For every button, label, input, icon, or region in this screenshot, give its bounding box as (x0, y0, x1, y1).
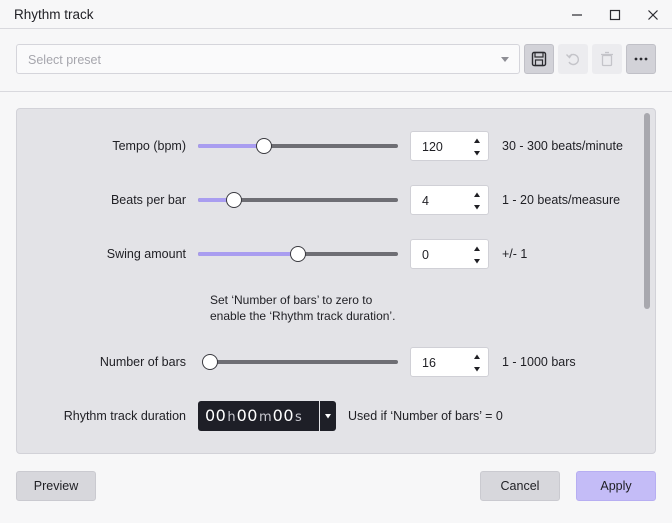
duration-seconds[interactable]: 00 (273, 406, 294, 425)
slider-thumb[interactable] (226, 192, 242, 208)
chevron-down-icon (501, 57, 509, 62)
reset-preset-button[interactable] (558, 44, 588, 74)
swing-value: 0 (422, 248, 429, 262)
more-options-button[interactable] (626, 44, 656, 74)
beats-label: Beats per bar (110, 193, 186, 207)
maximize-button[interactable] (604, 4, 626, 26)
spin-down-icon[interactable] (473, 149, 481, 157)
chevron-down-icon (325, 414, 331, 419)
beats-input[interactable]: 4 (410, 185, 489, 215)
slider-thumb[interactable] (290, 246, 306, 262)
note-line-1: Set ‘Number of bars’ to zero to (210, 293, 373, 307)
title-bar: Rhythm track (0, 0, 672, 30)
panel-scrollbar[interactable] (644, 113, 650, 309)
duration-hours[interactable]: 00 (205, 406, 226, 425)
minimize-button[interactable] (566, 4, 588, 26)
duration-format-button[interactable] (320, 401, 336, 431)
note-line-2: enable the ‘Rhythm track duration’. (210, 308, 396, 323)
undo-icon (566, 53, 579, 66)
tempo-slider[interactable] (198, 138, 398, 154)
maximize-icon (609, 9, 621, 21)
duration-input[interactable]: 00 h 00 m 00 s (198, 401, 319, 431)
swing-range: +/- 1 (502, 247, 528, 261)
slider-fill (198, 144, 264, 148)
spin-up-icon[interactable] (473, 191, 481, 199)
bars-value: 16 (422, 356, 436, 370)
minutes-unit: m (258, 410, 272, 425)
preview-button[interactable]: Preview (16, 471, 96, 501)
more-icon (634, 57, 648, 61)
bars-range: 1 - 1000 bars (502, 355, 576, 369)
close-button[interactable] (642, 4, 664, 26)
seconds-unit: s (295, 410, 302, 425)
duration-label: Rhythm track duration (63, 409, 186, 423)
toolbar-divider (0, 91, 672, 92)
beats-value: 4 (422, 194, 429, 208)
minimize-icon (572, 14, 582, 16)
spin-down-icon[interactable] (473, 257, 481, 265)
bars-slider[interactable] (201, 354, 398, 370)
title-divider (0, 28, 672, 29)
spin-up-icon[interactable] (473, 137, 481, 145)
beats-slider[interactable] (198, 192, 398, 208)
swing-slider[interactable] (198, 246, 398, 262)
spin-down-icon[interactable] (473, 365, 481, 373)
spin-up-icon[interactable] (473, 245, 481, 253)
tempo-range: 30 - 300 beats/minute (502, 139, 623, 153)
preset-select[interactable]: Select preset (16, 44, 520, 74)
apply-button[interactable]: Apply (576, 471, 656, 501)
tempo-label: Tempo (bpm) (112, 139, 186, 153)
duration-hint: Used if ‘Number of bars’ = 0 (348, 409, 503, 423)
swing-input[interactable]: 0 (410, 239, 489, 269)
slider-thumb[interactable] (256, 138, 272, 154)
bars-label: Number of bars (99, 355, 186, 369)
save-preset-button[interactable] (524, 44, 554, 74)
cancel-button[interactable]: Cancel (480, 471, 560, 501)
close-icon (648, 10, 658, 20)
trash-icon (601, 51, 613, 67)
preset-placeholder: Select preset (28, 53, 101, 67)
swing-label: Swing amount (106, 247, 186, 261)
hours-unit: h (227, 410, 236, 425)
window-title: Rhythm track (14, 7, 94, 22)
slider-fill (198, 252, 298, 256)
bars-input[interactable]: 16 (410, 347, 489, 377)
beats-range: 1 - 20 beats/measure (502, 193, 621, 207)
duration-minutes[interactable]: 00 (237, 406, 258, 425)
spin-up-icon[interactable] (473, 353, 481, 361)
slider-thumb[interactable] (201, 354, 218, 370)
tempo-value: 120 (422, 140, 443, 154)
spin-down-icon[interactable] (473, 203, 481, 211)
tempo-input[interactable]: 120 (410, 131, 489, 161)
delete-preset-button[interactable] (592, 44, 622, 74)
bars-note: Set ‘Number of bars’ to zero to enable t… (210, 293, 470, 324)
save-icon (531, 51, 547, 67)
settings-panel (16, 108, 656, 454)
